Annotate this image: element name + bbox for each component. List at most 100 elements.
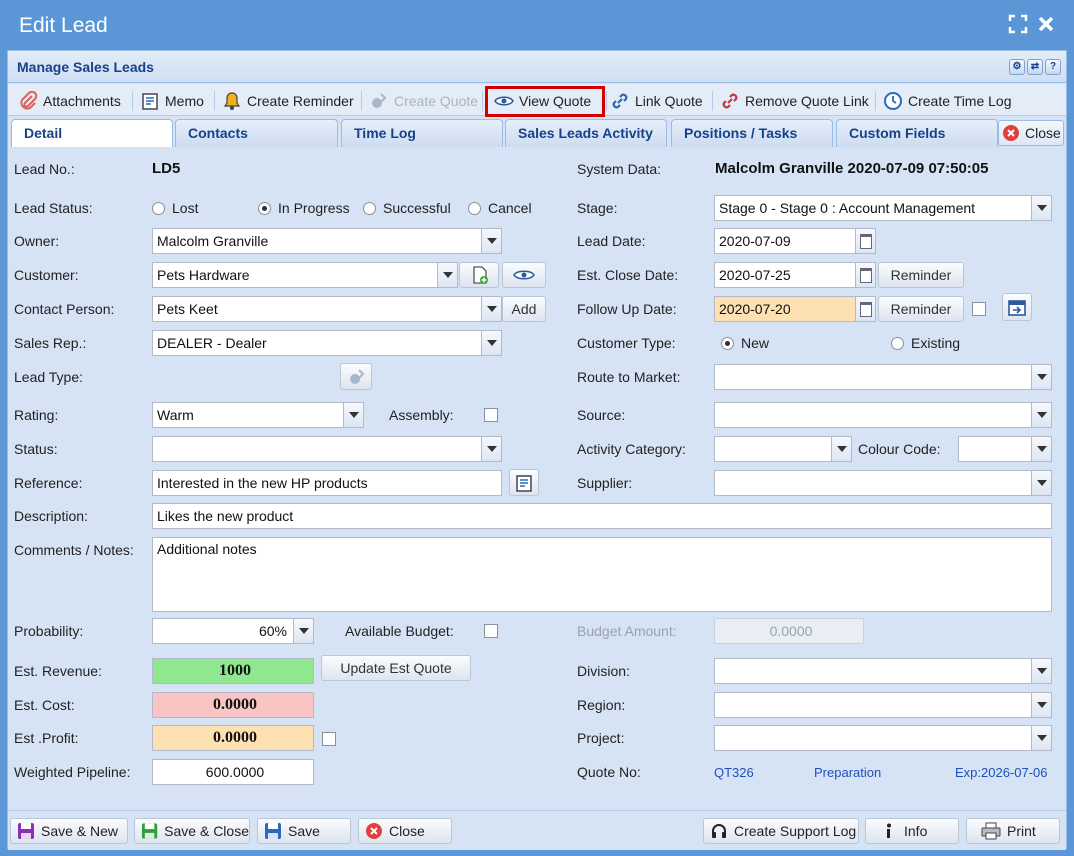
customer-type-new-radio[interactable] (721, 337, 734, 350)
route-to-market-select[interactable] (714, 364, 1052, 390)
reference-label: Reference: (14, 475, 83, 491)
status-lost-radio[interactable] (152, 202, 165, 215)
description-input[interactable]: Likes the new product (152, 503, 1052, 529)
available-budget-checkbox[interactable] (484, 624, 498, 638)
attachments-button[interactable]: Attachments (18, 89, 121, 113)
save-new-button[interactable]: Save & New (10, 818, 128, 844)
close-tab-button[interactable]: Close (998, 120, 1064, 146)
chevron-down-icon[interactable] (1031, 693, 1051, 717)
maximize-icon[interactable] (1007, 14, 1029, 36)
rating-select[interactable]: Warm (152, 402, 364, 428)
create-time-log-button[interactable]: Create Time Log (883, 89, 1012, 113)
probability-label: Probability: (14, 623, 84, 639)
activity-category-select[interactable] (714, 436, 852, 462)
customer-type-existing-radio[interactable] (891, 337, 904, 350)
save-button[interactable]: Save (257, 818, 351, 844)
refresh-icon[interactable]: ⇄ (1027, 59, 1043, 75)
chevron-down-icon[interactable] (1031, 726, 1051, 750)
save-close-button[interactable]: Save & Close (134, 818, 250, 844)
print-button[interactable]: Print (966, 818, 1060, 844)
close-window-icon[interactable] (1035, 14, 1057, 36)
create-reminder-button[interactable]: Create Reminder (222, 89, 354, 113)
est-close-date-field[interactable]: 2020-07-25 (714, 262, 876, 288)
follow-up-checkbox[interactable] (972, 302, 986, 316)
update-est-quote-button[interactable]: Update Est Quote (321, 655, 471, 681)
quote-no-link[interactable]: QT326 (714, 765, 754, 780)
weighted-pipeline-input[interactable]: 600.0000 (152, 759, 314, 785)
chevron-down-icon[interactable] (343, 403, 363, 427)
save-icon (18, 823, 34, 839)
add-customer-button[interactable] (459, 262, 499, 288)
create-quote-button[interactable]: Create Quote (369, 89, 478, 113)
memo-icon (516, 475, 532, 492)
tab-positions-tasks[interactable]: Positions / Tasks (671, 119, 833, 147)
colour-code-select[interactable] (958, 436, 1052, 462)
est-profit-input[interactable]: 0.0000 (152, 725, 314, 751)
est-close-reminder-button[interactable]: Reminder (878, 262, 964, 288)
est-profit-checkbox[interactable] (322, 732, 336, 746)
assembly-checkbox[interactable] (484, 408, 498, 422)
est-revenue-input[interactable]: 1000 (152, 658, 314, 684)
follow-up-date-field[interactable]: 2020-07-20 (714, 296, 876, 322)
tab-sales-leads-activity[interactable]: Sales Leads Activity (505, 119, 667, 147)
calendar-export-button[interactable] (1002, 293, 1032, 321)
calendar-icon[interactable] (855, 229, 875, 253)
budget-amount-input[interactable]: 0.0000 (714, 618, 864, 644)
create-support-log-button[interactable]: Create Support Log (703, 818, 859, 844)
add-contact-button[interactable]: Add (502, 296, 546, 322)
stage-label: Stage: (577, 200, 618, 216)
chevron-down-icon[interactable] (1031, 196, 1051, 220)
chevron-down-icon[interactable] (481, 437, 501, 461)
reference-input[interactable]: Interested in the new HP products (152, 470, 502, 496)
chevron-down-icon[interactable] (1031, 365, 1051, 389)
owner-select[interactable]: Malcolm Granville (152, 228, 502, 254)
status-cancel-radio[interactable] (468, 202, 481, 215)
chevron-down-icon[interactable] (293, 619, 313, 643)
view-customer-button[interactable] (502, 262, 546, 288)
view-quote-highlight (485, 86, 605, 117)
chevron-down-icon[interactable] (1031, 403, 1051, 427)
memo-button[interactable]: Memo (140, 89, 204, 113)
status-select[interactable] (152, 436, 502, 462)
chevron-down-icon[interactable] (481, 229, 501, 253)
gear-icon[interactable]: ⚙ (1009, 59, 1025, 75)
project-select[interactable] (714, 725, 1052, 751)
reference-memo-button[interactable] (509, 469, 539, 496)
chevron-down-icon[interactable] (1031, 437, 1051, 461)
source-select[interactable] (714, 402, 1052, 428)
tab-detail[interactable]: Detail (11, 119, 173, 148)
chevron-down-icon[interactable] (481, 297, 501, 321)
chevron-down-icon[interactable] (437, 263, 457, 287)
remove-quote-link-button[interactable]: Remove Quote Link (720, 89, 869, 113)
lead-date-field[interactable]: 2020-07-09 (714, 228, 876, 254)
info-button[interactable]: Info (865, 818, 959, 844)
calendar-icon[interactable] (855, 263, 875, 287)
chevron-down-icon[interactable] (481, 331, 501, 355)
sales-rep-select[interactable]: DEALER - Dealer (152, 330, 502, 356)
customer-label: Customer: (14, 267, 79, 283)
stage-select[interactable]: Stage 0 - Stage 0 : Account Management (714, 195, 1052, 221)
supplier-select[interactable] (714, 470, 1052, 496)
customer-select[interactable]: Pets Hardware (152, 262, 458, 288)
chevron-down-icon[interactable] (1031, 471, 1051, 495)
tab-custom-fields[interactable]: Custom Fields (836, 119, 998, 147)
window-title: Edit Lead (19, 14, 108, 37)
lead-type-button[interactable] (340, 363, 372, 390)
region-select[interactable] (714, 692, 1052, 718)
calendar-icon[interactable] (855, 297, 875, 321)
division-select[interactable] (714, 658, 1052, 684)
status-successful-radio[interactable] (363, 202, 376, 215)
est-cost-input[interactable]: 0.0000 (152, 692, 314, 718)
contact-person-select[interactable]: Pets Keet (152, 296, 502, 322)
tab-contacts[interactable]: Contacts (175, 119, 338, 147)
tab-time-log[interactable]: Time Log (341, 119, 503, 147)
chevron-down-icon[interactable] (1031, 659, 1051, 683)
follow-up-reminder-button[interactable]: Reminder (878, 296, 964, 322)
close-button[interactable]: Close (358, 818, 452, 844)
status-in-progress-radio[interactable] (258, 202, 271, 215)
chevron-down-icon[interactable] (831, 437, 851, 461)
link-quote-button[interactable]: Link Quote (610, 89, 703, 113)
probability-select[interactable]: 60% (152, 618, 314, 644)
comments-textarea[interactable]: Additional notes (152, 537, 1052, 612)
help-icon[interactable]: ? (1045, 59, 1061, 75)
